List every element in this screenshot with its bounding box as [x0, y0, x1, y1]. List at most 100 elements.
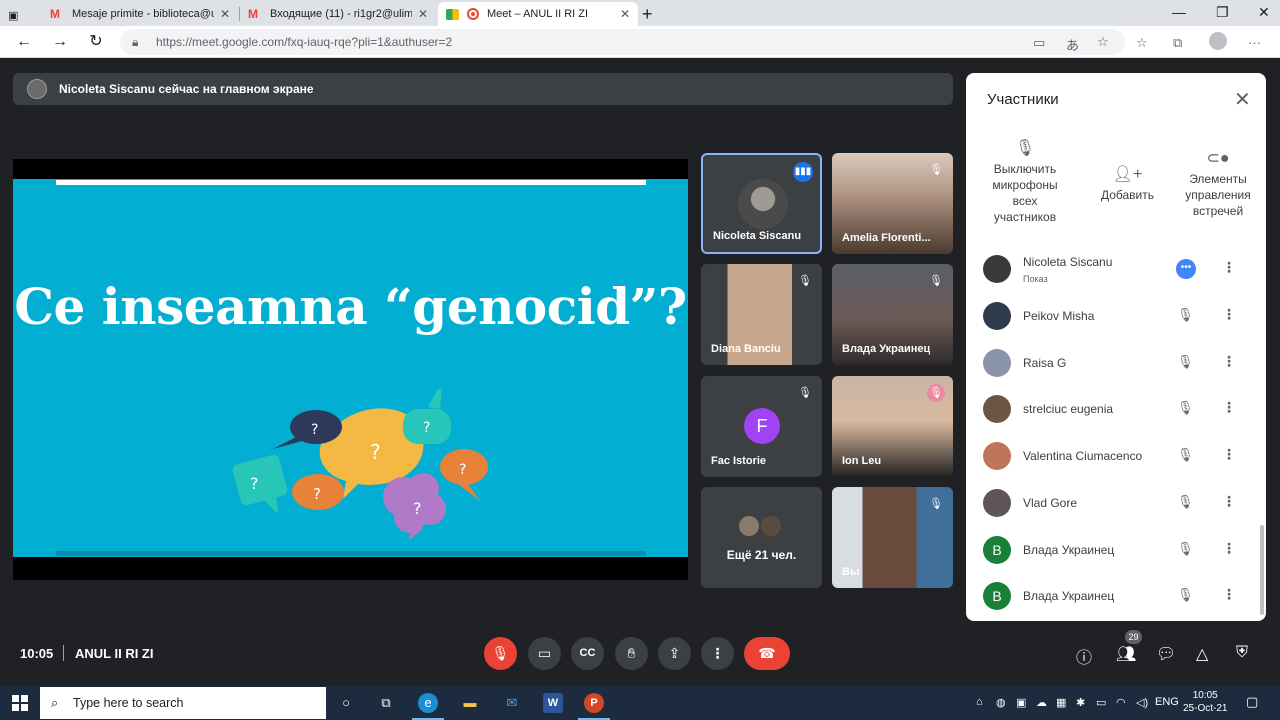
- people-icon[interactable]: 👥︎: [1116, 644, 1136, 664]
- camera-toggle-button[interactable]: ▭: [528, 637, 561, 670]
- edge-icon[interactable]: e: [418, 693, 438, 713]
- teams-tray-icon[interactable]: ▣: [1016, 696, 1026, 709]
- slide-title: Ce inseamna “genocid”?: [14, 277, 687, 336]
- favorites-bar-icon[interactable]: ☆: [1136, 35, 1148, 51]
- meeting-details-icon[interactable]: ⓘ: [1076, 644, 1092, 668]
- participant-tile-diana[interactable]: 🎙︎ Diana Banciu: [701, 264, 822, 365]
- more-options-button[interactable]: ⋮: [701, 637, 734, 670]
- back-icon[interactable]: ←: [14, 32, 34, 52]
- volume-icon[interactable]: ◁): [1136, 696, 1148, 709]
- windows-start-icon[interactable]: [12, 695, 28, 711]
- collections-icon[interactable]: ⧉: [1173, 35, 1182, 51]
- mic-off-icon[interactable]: 🎙︎: [1177, 447, 1194, 463]
- present-button[interactable]: ⇪: [658, 637, 691, 670]
- profile-avatar[interactable]: [1209, 32, 1227, 50]
- participant-row[interactable]: Raisa G 🎙︎ ⋮: [966, 341, 1266, 387]
- taskbar-clock[interactable]: 10:05 25-Oct-21: [1183, 689, 1227, 715]
- mute-all-button[interactable]: 🎙︎ Выключить микрофоны всех участников: [982, 141, 1068, 225]
- tab-gmail-biblioteca[interactable]: M Mesaje primite - biblioteca@ulim ✕: [42, 2, 238, 26]
- mic-toggle-button[interactable]: 🎙︎: [484, 637, 517, 670]
- participant-tile-ion[interactable]: 🎙︎ Ion Leu: [832, 376, 953, 477]
- language-indicator[interactable]: ENG: [1155, 696, 1179, 708]
- favorite-icon[interactable]: ☆: [1097, 34, 1109, 50]
- network-tray-icon[interactable]: ⌂: [976, 696, 983, 708]
- task-view-icon[interactable]: ⧉: [376, 693, 396, 713]
- leave-call-button[interactable]: ☎︎: [744, 637, 790, 670]
- cloud-tray-icon[interactable]: ☁: [1036, 696, 1047, 709]
- more-options-icon[interactable]: ⋮: [1222, 306, 1236, 323]
- more-options-icon[interactable]: ⋮: [1222, 446, 1236, 463]
- more-options-icon[interactable]: ⋮: [1222, 586, 1236, 603]
- mic-off-icon[interactable]: 🎙︎: [1177, 494, 1194, 510]
- participant-row[interactable]: B Влада Украинец 🎙︎ ⋮: [966, 528, 1266, 574]
- more-options-icon[interactable]: ⋮: [1222, 493, 1236, 510]
- add-people-button[interactable]: 👤︎+ Добавить: [1090, 167, 1165, 203]
- raise-hand-button[interactable]: ✋︎: [615, 637, 648, 670]
- file-explorer-icon[interactable]: ▬: [460, 693, 480, 713]
- reload-icon[interactable]: ↻: [86, 32, 106, 52]
- participant-tile-amelia[interactable]: 🎙︎ Amelia Florenti...: [832, 153, 953, 254]
- new-tab-button[interactable]: +: [642, 2, 662, 26]
- powerpoint-icon[interactable]: P: [584, 693, 604, 713]
- close-icon[interactable]: ✕: [1234, 87, 1251, 112]
- scrollbar[interactable]: [1260, 525, 1264, 615]
- camera-icon[interactable]: ▭: [1033, 35, 1045, 51]
- maximize-icon[interactable]: ❐: [1216, 4, 1229, 21]
- close-tab-icon[interactable]: ✕: [418, 7, 428, 21]
- forward-icon[interactable]: →: [50, 32, 70, 52]
- close-window-icon[interactable]: ✕: [1258, 4, 1270, 21]
- close-tab-icon[interactable]: ✕: [620, 7, 630, 21]
- hand-icon: ✋︎: [627, 645, 636, 661]
- grid-tray-icon[interactable]: ▦: [1056, 696, 1066, 709]
- panel-title: Участники: [987, 91, 1059, 108]
- lock-icon[interactable]: 🔒︎: [132, 35, 138, 50]
- wifi-icon[interactable]: ◠: [1116, 696, 1126, 709]
- participant-row[interactable]: strelciuc eugenia 🎙︎ ⋮: [966, 387, 1266, 433]
- mic-off-icon[interactable]: 🎙︎: [1177, 587, 1194, 603]
- participant-row[interactable]: Peikov Misha 🎙︎ ⋮: [966, 294, 1266, 340]
- participant-row[interactable]: B Влада Украинец 🎙︎ ⋮: [966, 574, 1266, 620]
- mic-off-icon[interactable]: 🎙︎: [1177, 541, 1194, 557]
- minimize-icon[interactable]: —: [1172, 4, 1186, 20]
- host-controls-icon[interactable]: ⛨: [1236, 644, 1248, 662]
- tab-gmail-inbox[interactable]: M Входящие (11) - ri1gr2@ulim.md ✕: [240, 2, 436, 26]
- chat-icon[interactable]: 💬︎: [1156, 644, 1176, 664]
- taskbar-search-input[interactable]: ⌕ Type here to search: [40, 687, 326, 719]
- more-options-icon[interactable]: ⋮: [1222, 399, 1236, 416]
- participant-tile-fac-istorie[interactable]: F 🎙︎ Fac Istorie: [701, 376, 822, 477]
- svg-text:?: ?: [313, 485, 321, 503]
- translate-icon[interactable]: あ: [1066, 35, 1079, 54]
- notifications-icon[interactable]: ▢: [1246, 694, 1258, 710]
- presenting-indicator-icon: •••: [1176, 259, 1196, 279]
- mic-off-icon[interactable]: 🎙︎: [1177, 400, 1194, 416]
- participant-tile-nicoleta[interactable]: ▮▮▮ Nicoleta Siscanu: [701, 153, 822, 254]
- more-options-icon[interactable]: ⋮: [1222, 540, 1236, 557]
- presentation-stage[interactable]: Ce inseamna “genocid”? ? ? ? ? ? ? ?: [13, 159, 688, 580]
- cortana-icon[interactable]: ○: [336, 693, 356, 713]
- mail-icon[interactable]: ✉: [502, 693, 522, 713]
- mic-off-icon[interactable]: 🎙︎: [1177, 354, 1194, 370]
- participant-tile-self[interactable]: 🎙︎ Вы: [832, 487, 953, 588]
- participant-tile-vlada[interactable]: 🎙︎ Влада Украинец: [832, 264, 953, 365]
- url-field[interactable]: 🔒︎ https://meet.google.com/fxq-iauq-rqe?…: [120, 29, 1125, 55]
- meeting-controls-button[interactable]: ⊂● Элементы управления встречей: [1180, 151, 1256, 219]
- slide: Ce inseamna “genocid”? ? ? ? ? ? ? ?: [13, 179, 688, 557]
- participant-row[interactable]: Valentina Ciumacenco 🎙︎ ⋮: [966, 434, 1266, 480]
- webcam-tray-icon[interactable]: ◍: [996, 696, 1006, 709]
- captions-button[interactable]: CC: [571, 637, 604, 670]
- more-menu-icon[interactable]: ···: [1248, 35, 1261, 50]
- bluetooth-icon[interactable]: ✱: [1076, 696, 1085, 709]
- close-tab-icon[interactable]: ✕: [220, 7, 230, 21]
- more-options-icon[interactable]: ⋮: [1222, 353, 1236, 370]
- more-participants-tile[interactable]: Ещё 21 чел.: [701, 487, 822, 588]
- activities-icon[interactable]: △: [1196, 644, 1208, 664]
- mic-off-icon[interactable]: 🎙︎: [1177, 307, 1194, 323]
- participant-row[interactable]: Vlad Gore 🎙︎ ⋮: [966, 481, 1266, 527]
- svg-text:?: ?: [311, 422, 318, 438]
- word-icon[interactable]: W: [543, 693, 563, 713]
- battery-icon[interactable]: ▭: [1096, 696, 1106, 709]
- more-options-icon[interactable]: ⋮: [1222, 259, 1236, 276]
- tab-meet[interactable]: Meet – ANUL II RI ZI ✕: [438, 2, 638, 26]
- participant-row[interactable]: Nicoleta Siscanu Показ ••• ⋮: [966, 247, 1266, 293]
- tab-actions-icon[interactable]: ▣: [8, 3, 30, 27]
